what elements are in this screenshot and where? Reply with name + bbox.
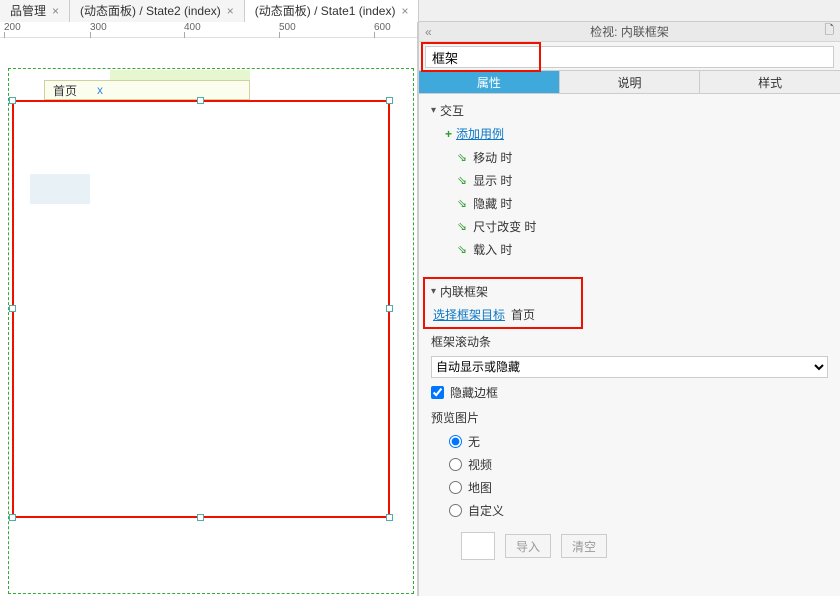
- section-title: 交互: [440, 102, 464, 119]
- resize-handle-w[interactable]: [9, 305, 16, 312]
- event-label: 显示 时: [473, 172, 512, 189]
- caret-down-icon: ▾: [431, 105, 436, 116]
- inspector-panel: « 检视: 内联框架 🗋 属性 说明 样式 ▾ 交互 + 添加用例: [418, 22, 840, 596]
- canvas-stage[interactable]: 首页 x: [0, 38, 418, 596]
- ruler-horizontal: 200 300 400 500 600: [0, 22, 417, 38]
- radio-custom[interactable]: 自定义: [449, 499, 828, 522]
- tab-label: 说明: [618, 74, 642, 91]
- section-title: 内联框架: [440, 283, 488, 300]
- tab-label: 属性: [477, 74, 501, 91]
- state-tab-close[interactable]: x: [97, 83, 103, 97]
- frame-scroll-select[interactable]: 自动显示或隐藏: [431, 356, 828, 378]
- page-icon[interactable]: 🗋: [824, 21, 834, 42]
- event-icon: ⇖: [457, 220, 467, 234]
- event-item[interactable]: ⇖ 尺寸改变 时: [457, 215, 828, 238]
- hide-border-label: 隐藏边框: [450, 384, 498, 401]
- radio-video[interactable]: 视频: [449, 453, 828, 476]
- selected-widget-frame: [12, 100, 390, 518]
- doc-tab-2[interactable]: (动态面板) / State1 (index) ×: [245, 0, 420, 22]
- resize-handle-n[interactable]: [197, 97, 204, 104]
- ruler-tick: 500: [279, 22, 296, 33]
- doc-tab-label: (动态面板) / State1 (index): [255, 2, 396, 19]
- doc-tab-1[interactable]: (动态面板) / State2 (index) ×: [70, 0, 245, 22]
- tab-label: 样式: [758, 74, 782, 91]
- state-tab[interactable]: 首页 x: [44, 80, 250, 100]
- btn-label: 导入: [516, 538, 540, 555]
- preview-radio-group: 无 视频 地图 自定义: [449, 430, 828, 522]
- collapse-left-icon[interactable]: «: [425, 25, 432, 39]
- widget-name-input[interactable]: [425, 46, 834, 68]
- tab-properties[interactable]: 属性: [419, 70, 560, 94]
- event-item[interactable]: ⇖ 隐藏 时: [457, 192, 828, 215]
- close-icon[interactable]: ×: [401, 4, 408, 18]
- event-icon: ⇖: [457, 151, 467, 165]
- event-icon: ⇖: [457, 243, 467, 257]
- ruler-tick: 300: [90, 22, 107, 33]
- inspector-title: 检视: 内联框架: [590, 23, 669, 40]
- radio-label: 无: [468, 433, 480, 450]
- document-tab-bar: 品管理 × (动态面板) / State2 (index) × (动态面板) /…: [0, 0, 840, 22]
- event-item[interactable]: ⇖ 显示 时: [457, 169, 828, 192]
- radio-none[interactable]: 无: [449, 430, 828, 453]
- select-frame-target-link[interactable]: 选择框架目标: [433, 306, 505, 323]
- widget-name-row: [419, 42, 840, 70]
- add-case-label: 添加用例: [456, 125, 504, 142]
- inspector-header: « 检视: 内联框架 🗋: [419, 22, 840, 42]
- preview-swatch[interactable]: [461, 532, 495, 560]
- resize-handle-e[interactable]: [386, 305, 393, 312]
- close-icon[interactable]: ×: [227, 4, 234, 18]
- doc-tab-label: 品管理: [10, 2, 46, 19]
- scroll-label: 框架滚动条: [431, 333, 828, 350]
- event-icon: ⇖: [457, 197, 467, 211]
- caret-down-icon: ▾: [431, 286, 436, 297]
- hide-border-checkbox[interactable]: [431, 386, 444, 399]
- event-item[interactable]: ⇖ 移动 时: [457, 146, 828, 169]
- add-case-link[interactable]: + 添加用例: [445, 125, 828, 142]
- event-label: 载入 时: [473, 241, 512, 258]
- state-tab-label: 首页: [53, 82, 77, 99]
- resize-handle-nw[interactable]: [9, 97, 16, 104]
- preview-actions: 导入 清空: [461, 532, 828, 560]
- frame-target-value: 首页: [511, 306, 535, 323]
- close-icon[interactable]: ×: [52, 4, 59, 18]
- iframe-section: ▾ 内联框架 选择框架目标 首页 框架滚动条 自动显示或隐藏 隐藏边框: [419, 265, 840, 564]
- design-canvas[interactable]: 200 300 400 500 600 首页 x: [0, 22, 418, 596]
- resize-handle-sw[interactable]: [9, 514, 16, 521]
- resize-handle-s[interactable]: [197, 514, 204, 521]
- section-header-iframe[interactable]: ▾ 内联框架: [431, 283, 828, 300]
- doc-tab-label: (动态面板) / State2 (index): [80, 2, 221, 19]
- import-button[interactable]: 导入: [505, 534, 551, 558]
- btn-label: 清空: [572, 538, 596, 555]
- resize-handle-ne[interactable]: [386, 97, 393, 104]
- event-label: 尺寸改变 时: [473, 218, 536, 235]
- ruler-tick: 400: [184, 22, 201, 33]
- resize-handle-se[interactable]: [386, 514, 393, 521]
- radio-label: 地图: [468, 479, 492, 496]
- inspector-tabs: 属性 说明 样式: [419, 70, 840, 94]
- preview-label: 预览图片: [431, 409, 828, 426]
- plus-icon: +: [445, 127, 452, 141]
- ruler-tick: 200: [4, 22, 21, 33]
- event-label: 移动 时: [473, 149, 512, 166]
- ruler-tick: 600: [374, 22, 391, 33]
- event-label: 隐藏 时: [473, 195, 512, 212]
- radio-map[interactable]: 地图: [449, 476, 828, 499]
- inspector-body: ▾ 交互 + 添加用例 ⇖ 移动 时 ⇖ 显示 时 ⇖ 隐藏 时 ⇖ 尺寸改变 时 ⇖ 载…: [419, 94, 840, 596]
- interactions-section: ▾ 交互 + 添加用例 ⇖ 移动 时 ⇖ 显示 时 ⇖ 隐藏 时 ⇖ 尺寸改变 时 ⇖ 载…: [419, 94, 840, 265]
- event-item[interactable]: ⇖ 载入 时: [457, 238, 828, 261]
- section-header-interactions[interactable]: ▾ 交互: [431, 102, 828, 119]
- radio-label: 视频: [468, 456, 492, 473]
- doc-tab-0[interactable]: 品管理 ×: [0, 0, 70, 22]
- event-icon: ⇖: [457, 174, 467, 188]
- event-list: ⇖ 移动 时 ⇖ 显示 时 ⇖ 隐藏 时 ⇖ 尺寸改变 时 ⇖ 载入 时: [457, 146, 828, 261]
- tab-style[interactable]: 样式: [700, 70, 840, 94]
- clear-button[interactable]: 清空: [561, 534, 607, 558]
- tab-notes[interactable]: 说明: [560, 70, 701, 94]
- inner-widget[interactable]: [30, 174, 90, 204]
- radio-label: 自定义: [468, 502, 504, 519]
